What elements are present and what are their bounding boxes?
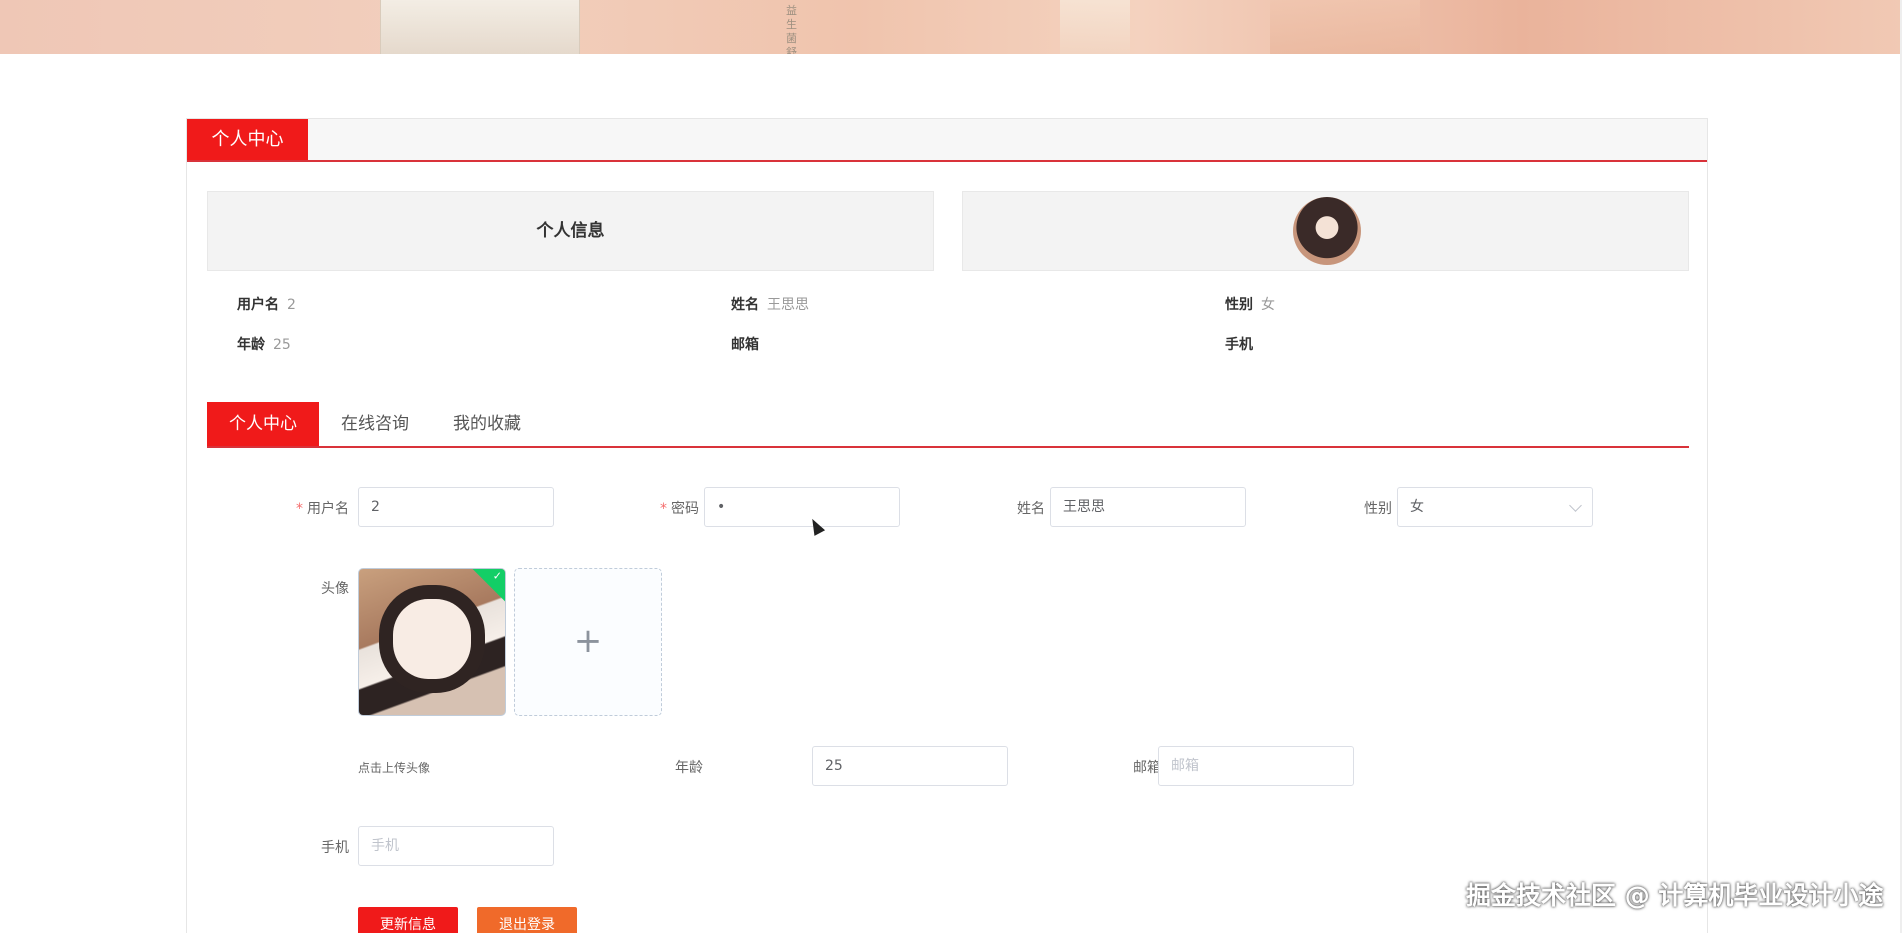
required-mark: * (296, 501, 303, 517)
banner-bottle-image (1060, 0, 1130, 54)
check-icon: ✓ (492, 569, 502, 583)
name-input[interactable]: 王思思 (1050, 487, 1246, 527)
personal-info-box: 个人信息 (207, 191, 934, 271)
avatar-box (962, 191, 1689, 271)
personal-center-panel: 个人中心 个人信息 用户名 2 姓名 王思思 性别女 年龄 25 邮箱 手机 个人中心… (186, 118, 1708, 933)
username-label: * 用户名 (247, 498, 349, 518)
panel-title-tab: 个人中心 (187, 119, 308, 160)
info-username: 用户名 2 (237, 294, 296, 314)
tab-online-consult[interactable]: 在线咨询 (319, 402, 431, 446)
upload-add-button[interactable]: + (514, 568, 662, 716)
watermark: 掘金技术社区 @ 计算机毕业设计小途 (1466, 881, 1884, 910)
info-value: 王思思 (767, 297, 809, 313)
logout-button[interactable]: 退出登录 (477, 907, 577, 933)
tab-personal-center[interactable]: 个人中心 (207, 402, 319, 446)
email-label: 邮箱 (1133, 760, 1161, 776)
info-label: 性别 (1225, 297, 1253, 313)
age-input[interactable]: 25 (812, 746, 1008, 786)
info-value: 25 (273, 337, 291, 353)
tab-bar: 个人中心 在线咨询 我的收藏 (207, 402, 1689, 448)
info-label: 年龄 (237, 337, 265, 353)
gender-select-value: 女 (1410, 499, 1424, 515)
personal-info-title: 个人信息 (536, 221, 605, 241)
update-info-button[interactable]: 更新信息 (358, 907, 458, 933)
avatar-illustration (393, 599, 471, 679)
email-input[interactable]: 邮箱 (1158, 746, 1354, 786)
username-input[interactable]: 2 (358, 487, 554, 527)
avatar-label: 头像 (321, 581, 349, 597)
info-value: 2 (287, 297, 296, 313)
gender-label: 性别 (1364, 501, 1392, 517)
info-value: 女 (1261, 297, 1275, 313)
name-label: 姓名 (1017, 501, 1045, 517)
phone-input[interactable]: 手机 (358, 826, 554, 866)
upload-hint: 点击上传头像 (358, 761, 431, 775)
info-name: 姓名 王思思 (731, 294, 809, 314)
upload-success-badge: ✓ (472, 569, 505, 602)
tab-my-favorites[interactable]: 我的收藏 (431, 402, 543, 446)
password-input[interactable]: • (704, 487, 900, 527)
label-text: 用户名 (307, 501, 349, 517)
avatar (1293, 197, 1361, 265)
chevron-down-icon (1569, 499, 1582, 512)
info-label: 手机 (1225, 337, 1253, 353)
banner-bottle-image (1270, 0, 1420, 54)
info-email: 邮箱 (731, 334, 767, 354)
info-gender: 性别女 (1225, 294, 1275, 314)
password-label: * 密码 (607, 498, 699, 518)
gender-select[interactable]: 女 (1397, 487, 1593, 527)
top-banner: 益生菌舒缓修护精润乳 (0, 0, 1902, 54)
info-label: 邮箱 (731, 337, 759, 353)
label-text: 密码 (671, 501, 699, 517)
required-mark: * (660, 501, 667, 517)
phone-label: 手机 (321, 840, 349, 856)
info-label: 姓名 (731, 297, 759, 313)
info-phone: 手机 (1225, 334, 1261, 354)
info-label: 用户名 (237, 297, 279, 313)
bottle-text: 益生菌舒缓修护精润乳 (786, 4, 797, 54)
age-label: 年龄 (675, 760, 703, 776)
info-age: 年龄 25 (237, 334, 291, 354)
panel-header: 个人中心 (187, 119, 1707, 162)
uploaded-avatar-image[interactable]: ✓ (358, 568, 506, 716)
banner-bottle-image: 益生菌舒缓修护精润乳 (380, 0, 797, 54)
